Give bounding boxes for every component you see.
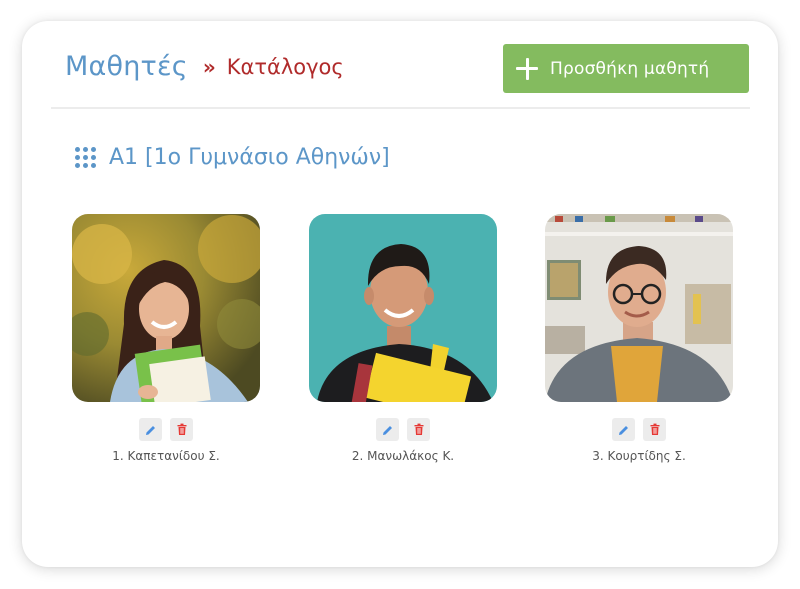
pencil-icon xyxy=(145,425,155,435)
breadcrumb-separator-icon: » xyxy=(202,54,216,79)
delete-button[interactable] xyxy=(170,418,193,441)
student-photo[interactable] xyxy=(72,214,260,402)
add-student-label: Προσθήκη μαθητή xyxy=(550,58,710,79)
student-name[interactable]: 3. Κουρτίδης Σ. xyxy=(545,449,733,463)
edit-button[interactable] xyxy=(376,418,399,441)
trash-icon xyxy=(414,423,423,435)
pencil-icon xyxy=(618,425,628,435)
student-card: 2. Μανωλάκος Κ. xyxy=(309,214,497,463)
student-card: 3. Κουρτίδης Σ. xyxy=(545,214,733,463)
student-name[interactable]: 1. Καπετανίδου Σ. xyxy=(72,449,260,463)
grid-dots-icon xyxy=(75,147,96,168)
breadcrumb-root[interactable]: Μαθητές xyxy=(65,51,188,82)
student-photo[interactable] xyxy=(309,214,497,402)
trash-icon xyxy=(650,423,659,435)
student-card: 1. Καπετανίδου Σ. xyxy=(72,214,260,463)
edit-button[interactable] xyxy=(139,418,162,441)
breadcrumb-current: Κατάλογος xyxy=(226,54,344,79)
student-photo[interactable] xyxy=(545,214,733,402)
edit-button[interactable] xyxy=(612,418,635,441)
pencil-icon xyxy=(382,425,392,435)
page-header: Μαθητές » Κατάλογος Προσθήκη μαθητή xyxy=(22,21,778,109)
student-actions xyxy=(545,418,733,441)
breadcrumb: Μαθητές » Κατάλογος xyxy=(65,51,344,82)
delete-button[interactable] xyxy=(643,418,666,441)
student-name[interactable]: 2. Μανωλάκος Κ. xyxy=(309,449,497,463)
student-catalog-card: Μαθητές » Κατάλογος Προσθήκη μαθητή A1 [… xyxy=(22,21,778,567)
add-student-button[interactable]: Προσθήκη μαθητή xyxy=(503,44,749,93)
class-heading: A1 [1ο Γυμνάσιο Αθηνών] xyxy=(75,145,390,170)
header-divider xyxy=(51,107,750,109)
class-title: A1 [1ο Γυμνάσιο Αθηνών] xyxy=(109,145,390,170)
trash-icon xyxy=(177,423,186,435)
student-actions xyxy=(309,418,497,441)
plus-icon xyxy=(516,57,538,80)
delete-button[interactable] xyxy=(407,418,430,441)
student-actions xyxy=(72,418,260,441)
